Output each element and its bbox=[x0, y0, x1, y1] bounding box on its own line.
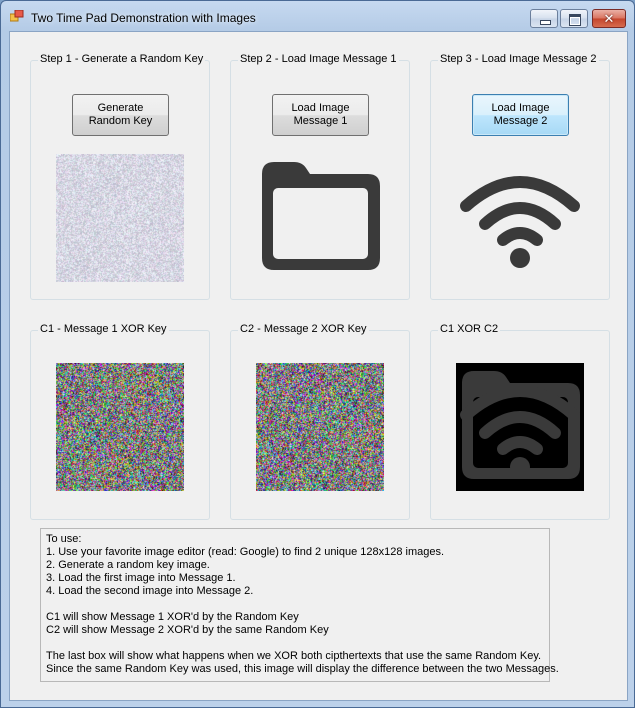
step3-groupbox: Step 3 - Load Image Message 2 Load Image… bbox=[430, 53, 610, 300]
window-title: Two Time Pad Demonstration with Images bbox=[31, 11, 256, 25]
maximize-icon bbox=[569, 14, 581, 26]
c2-caption: C2 - Message 2 XOR Key bbox=[238, 323, 369, 335]
instructions-line: 1. Use your favorite image editor (read:… bbox=[46, 546, 445, 558]
close-icon: ✕ bbox=[603, 11, 615, 26]
step3-caption: Step 3 - Load Image Message 2 bbox=[438, 53, 599, 65]
load-message1-button[interactable]: Load Image Message 1 bbox=[272, 94, 369, 136]
load-message2-button[interactable]: Load Image Message 2 bbox=[472, 94, 569, 136]
generate-random-key-button[interactable]: Generate Random Key bbox=[72, 94, 169, 136]
instructions-line: 2. Generate a random key image. bbox=[46, 559, 210, 571]
message2-wifi-icon bbox=[460, 176, 580, 268]
instructions-line: C1 will show Message 1 XOR'd by the Rand… bbox=[46, 611, 299, 623]
c1-image bbox=[56, 363, 184, 491]
c1-caption: C1 - Message 1 XOR Key bbox=[38, 323, 169, 335]
client-area: Step 1 - Generate a Random Key Generate … bbox=[9, 31, 628, 701]
instructions-line bbox=[46, 637, 544, 650]
c1xorc2-caption: C1 XOR C2 bbox=[438, 323, 501, 335]
maximize-button[interactable] bbox=[560, 9, 588, 28]
c2-groupbox: C2 - Message 2 XOR Key bbox=[230, 323, 410, 520]
c2-image bbox=[256, 363, 384, 491]
instructions-textbox[interactable]: To use: 1. Use your favorite image editor… bbox=[40, 528, 559, 682]
app-icon bbox=[10, 10, 24, 22]
title-bar[interactable]: Two Time Pad Demonstration with Images ✕ bbox=[1, 1, 634, 31]
main-window: Two Time Pad Demonstration with Images ✕… bbox=[0, 0, 635, 708]
c1xorc2-image bbox=[456, 363, 584, 491]
step1-caption: Step 1 - Generate a Random Key bbox=[38, 53, 206, 65]
instructions-line: The last box will show what happens when… bbox=[46, 650, 542, 662]
instructions-line bbox=[46, 598, 544, 611]
instructions-line: C2 will show Message 2 XOR'd by the same… bbox=[46, 624, 329, 636]
random-key-image bbox=[56, 154, 184, 282]
minimize-icon bbox=[540, 20, 551, 25]
instructions-line: To use: bbox=[46, 533, 82, 545]
c1xorc2-groupbox: C1 XOR C2 bbox=[430, 323, 610, 520]
step1-groupbox: Step 1 - Generate a Random Key Generate … bbox=[30, 53, 210, 300]
close-button[interactable]: ✕ bbox=[592, 9, 626, 28]
c1-groupbox: C1 - Message 1 XOR Key bbox=[30, 323, 210, 520]
step2-groupbox: Step 2 - Load Image Message 1 Load Image… bbox=[230, 53, 410, 300]
message1-folder-icon bbox=[262, 162, 380, 270]
instructions-line: Since the same Random Key was used, this… bbox=[46, 663, 559, 675]
instructions-line: 3. Load the first image into Message 1. bbox=[46, 572, 236, 584]
minimize-button[interactable] bbox=[530, 9, 558, 28]
step2-caption: Step 2 - Load Image Message 1 bbox=[238, 53, 399, 65]
instructions-line: 4. Load the second image into Message 2. bbox=[46, 585, 254, 597]
